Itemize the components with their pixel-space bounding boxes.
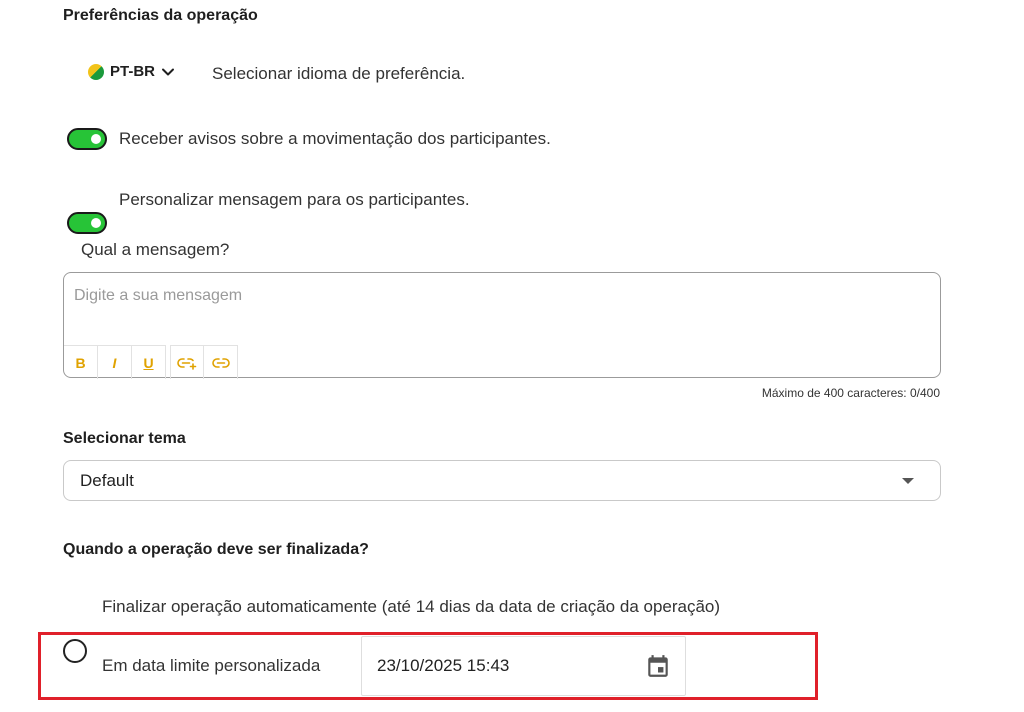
deadline-date-value: 23/10/2025 15:43 — [377, 656, 510, 675]
italic-button[interactable]: I — [98, 345, 132, 379]
theme-title: Selecionar tema — [63, 430, 186, 447]
custom-date-label: Em data limite personalizada — [102, 656, 321, 675]
character-counter: Máximo de 400 caracteres: 0/400 — [761, 386, 940, 400]
finalize-title: Quando a operação deve ser finalizada? — [63, 541, 369, 558]
caret-down-icon — [902, 478, 914, 484]
toggle-knob — [91, 134, 101, 144]
brazil-flag-icon — [88, 63, 104, 80]
custom-message-toggle[interactable] — [67, 212, 107, 234]
message-editor: B I U — [63, 272, 941, 379]
message-question: Qual a mensagem? — [81, 240, 230, 259]
language-selector[interactable]: PT-BR — [88, 63, 175, 80]
notify-movement-label: Receber avisos sobre a movimentação dos … — [119, 129, 551, 148]
language-description: Selecionar idioma de preferência. — [212, 64, 466, 83]
auto-finalize-label: Finalizar operação automaticamente (até … — [102, 597, 721, 616]
italic-label: I — [112, 354, 117, 371]
theme-select[interactable]: Default — [63, 460, 941, 501]
theme-selected-value: Default — [80, 471, 134, 490]
deadline-date-input[interactable]: 23/10/2025 15:43 — [361, 636, 686, 696]
custom-message-label: Personalizar mensagem para os participan… — [119, 190, 470, 209]
add-link-icon — [177, 357, 197, 370]
calendar-icon[interactable] — [645, 653, 671, 679]
notify-movement-toggle[interactable] — [67, 128, 107, 150]
message-input[interactable] — [74, 287, 914, 305]
link-button[interactable] — [204, 345, 238, 379]
add-link-button[interactable] — [170, 345, 204, 379]
link-icon — [211, 357, 230, 368]
bold-label: B — [75, 354, 86, 371]
chevron-down-icon — [162, 68, 174, 75]
editor-toolbar: B I U — [64, 345, 238, 379]
underline-button[interactable]: U — [132, 345, 166, 379]
toggle-knob — [91, 218, 101, 228]
underline-label: U — [143, 354, 154, 371]
language-label: PT-BR — [110, 63, 155, 80]
bold-button[interactable]: B — [64, 345, 98, 379]
preferences-title: Preferências da operação — [63, 7, 258, 24]
